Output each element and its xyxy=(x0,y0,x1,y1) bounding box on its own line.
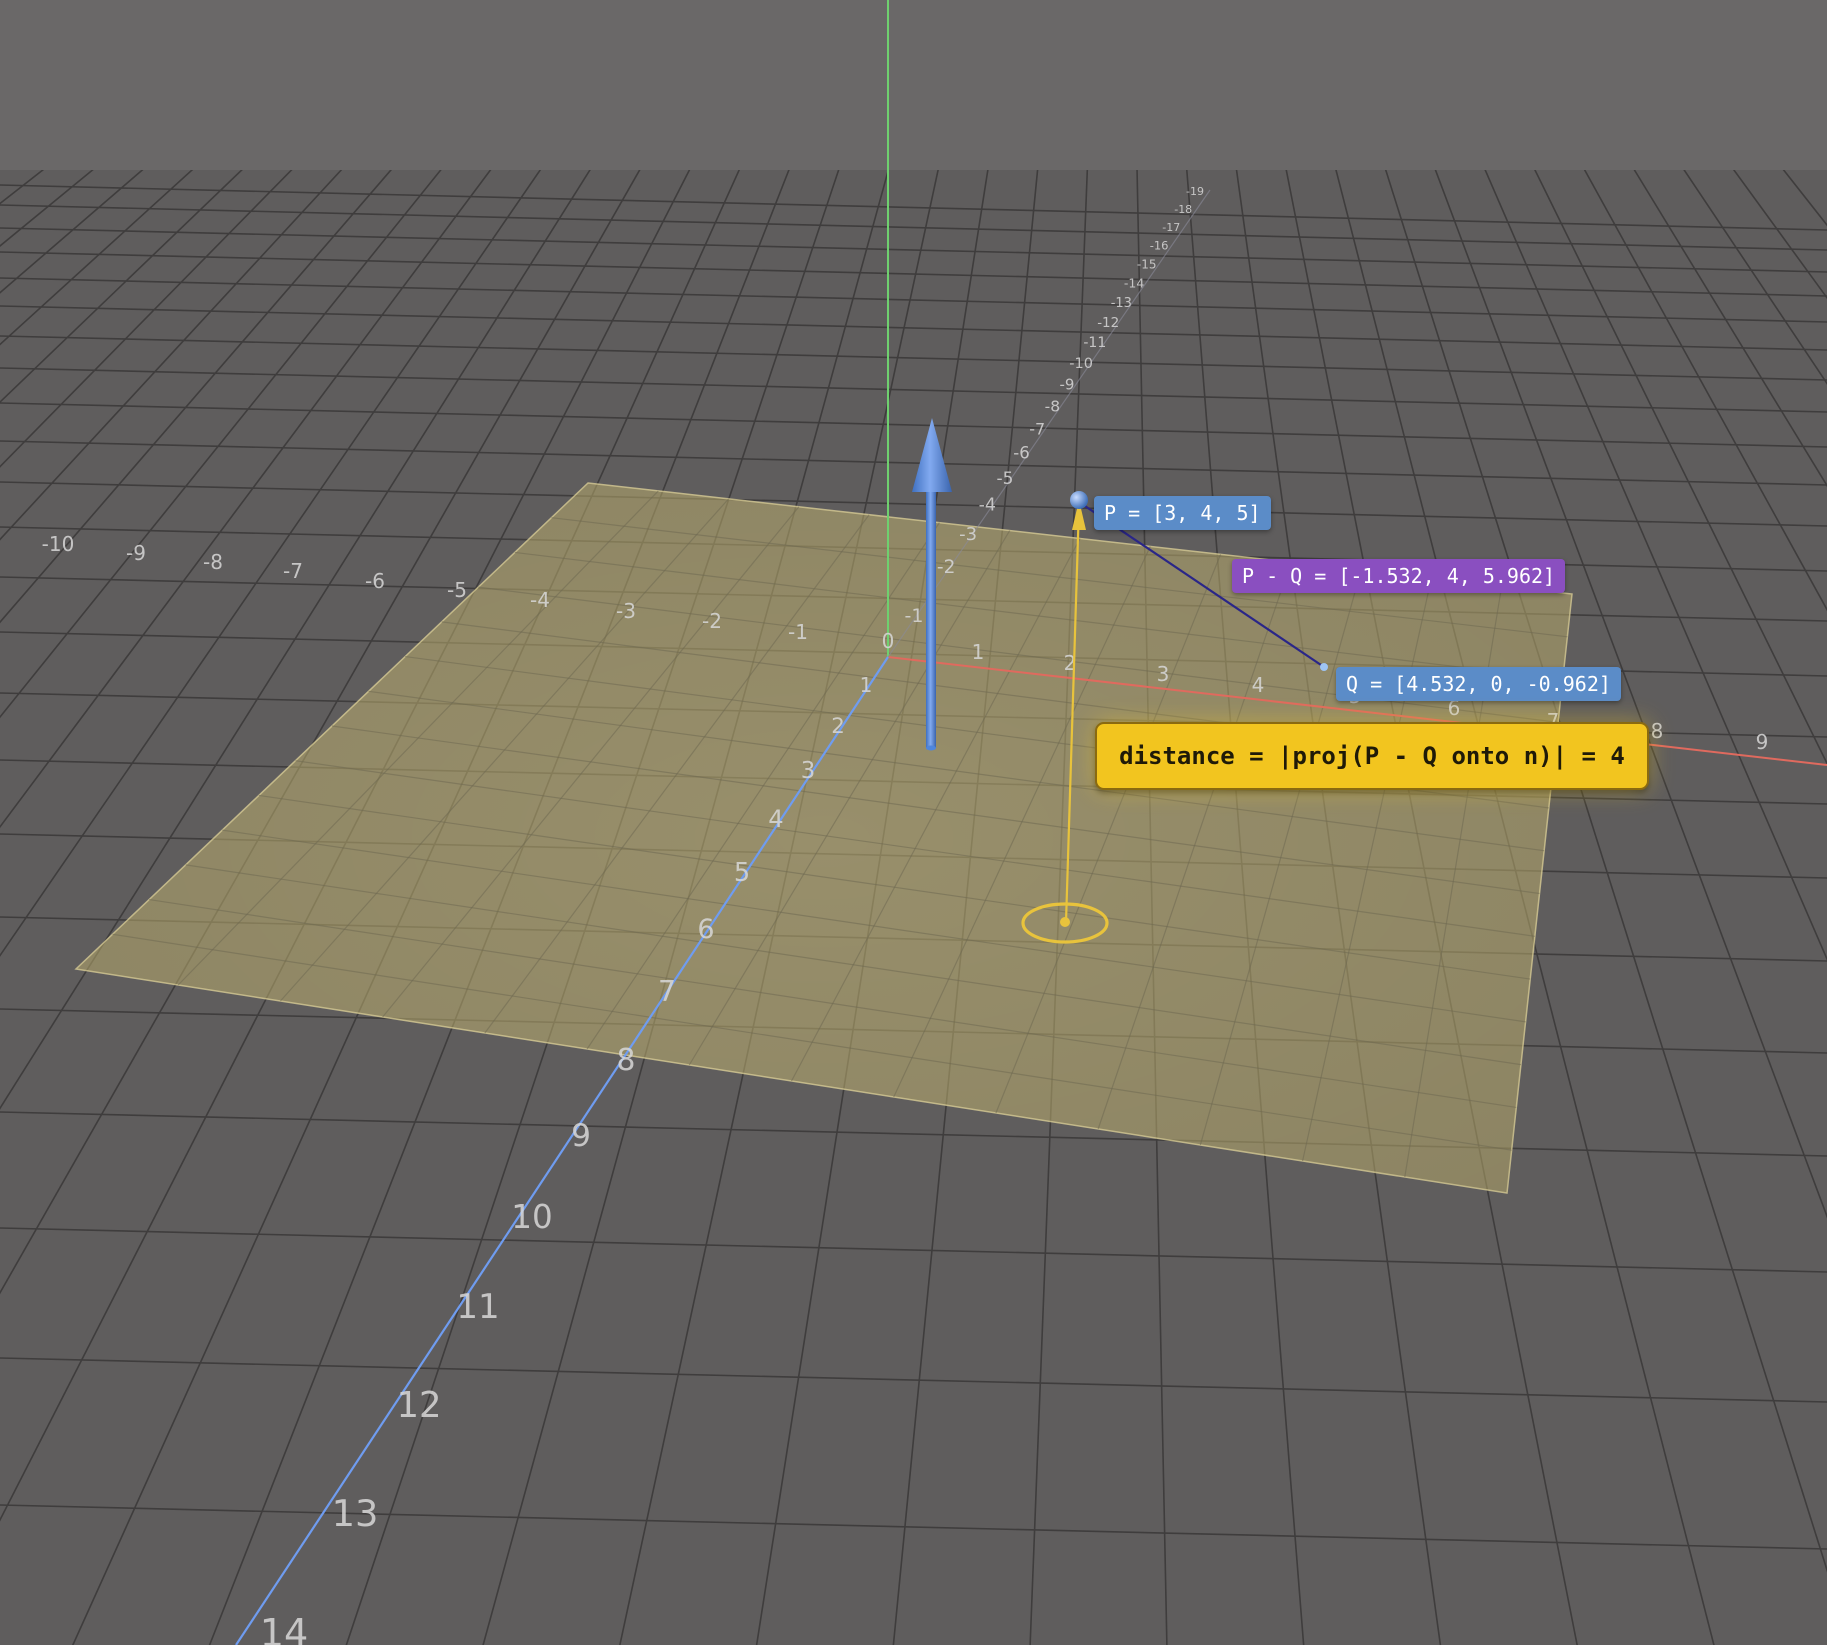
x-tick-label: -5 xyxy=(447,578,467,602)
far-tick-label: -10 xyxy=(1069,356,1093,372)
point-q-label: Q = [4.532, 0, -0.962] xyxy=(1336,667,1621,701)
x-tick-label: -10 xyxy=(42,532,75,556)
z-tick-label: 7 xyxy=(658,975,676,1008)
far-tick-label: -12 xyxy=(1097,315,1119,331)
far-tick-label: -5 xyxy=(996,469,1013,489)
x-tick-label: -6 xyxy=(365,569,385,593)
x-tick-label: -8 xyxy=(203,550,223,574)
far-tick-label: -16 xyxy=(1150,239,1169,253)
x-tick-label: 8 xyxy=(1651,719,1664,743)
scene-canvas[interactable]: -10-9-8-7-6-5-4-3-2-10123456789123456789… xyxy=(0,0,1827,1645)
z-tick-label: 11 xyxy=(456,1287,499,1327)
far-tick-label: -15 xyxy=(1137,257,1157,271)
far-tick-label: -9 xyxy=(1059,376,1074,394)
z-tick-label: 5 xyxy=(734,858,750,888)
z-tick-label: 13 xyxy=(332,1492,379,1535)
far-tick-label: -7 xyxy=(1029,420,1045,439)
z-tick-label: 8 xyxy=(617,1043,636,1078)
distance-result-label: distance = |proj(P - Q onto n)| = 4 xyxy=(1095,722,1649,790)
difference-vector-label: P - Q = [-1.532, 4, 5.962] xyxy=(1232,559,1566,593)
z-tick-label: 2 xyxy=(831,714,845,739)
x-tick-label: -4 xyxy=(530,588,550,612)
far-tick-label: -6 xyxy=(1013,444,1029,463)
x-tick-label: 3 xyxy=(1157,662,1170,686)
point-p-label: P = [3, 4, 5] xyxy=(1094,496,1271,530)
far-tick-label: -19 xyxy=(1186,185,1204,198)
x-tick-label: 9 xyxy=(1756,730,1769,754)
far-tick-label: -3 xyxy=(959,524,977,545)
far-tick-label: -13 xyxy=(1111,296,1132,311)
z-tick-label: 1 xyxy=(860,673,873,697)
normal-vector-shaft xyxy=(926,490,936,748)
far-tick-label: -8 xyxy=(1045,398,1060,416)
x-tick-label: 4 xyxy=(1252,673,1265,697)
x-tick-label: -3 xyxy=(616,599,636,623)
far-tick-label: -14 xyxy=(1124,275,1144,290)
z-tick-label: 3 xyxy=(801,758,816,784)
x-tick-label: -7 xyxy=(283,559,303,583)
far-tick-label: -1 xyxy=(905,605,924,627)
far-tick-label: -4 xyxy=(979,496,996,516)
projection-foot-dot xyxy=(1060,917,1070,927)
far-tick-label: -18 xyxy=(1174,203,1192,216)
z-tick-label: 4 xyxy=(768,805,783,833)
far-tick-label: -17 xyxy=(1162,221,1180,234)
viewport-3d[interactable]: -10-9-8-7-6-5-4-3-2-10123456789123456789… xyxy=(0,0,1827,1645)
normal-vector-base xyxy=(926,745,936,751)
horizon-haze xyxy=(0,0,1827,170)
z-tick-label: 14 xyxy=(260,1612,309,1645)
z-tick-label: 6 xyxy=(697,914,714,945)
z-tick-label: 10 xyxy=(511,1198,552,1236)
dot-marker-icon[interactable] xyxy=(1320,663,1328,671)
z-tick-label: 9 xyxy=(571,1118,591,1154)
x-tick-label: -1 xyxy=(788,620,808,644)
far-tick-label: -2 xyxy=(937,557,955,578)
far-tick-label: -11 xyxy=(1083,335,1106,351)
x-tick-label: 1 xyxy=(972,640,985,664)
x-tick-label: 0 xyxy=(882,629,895,653)
x-tick-label: -2 xyxy=(702,609,722,633)
z-tick-label: 12 xyxy=(396,1385,441,1426)
x-tick-label: -9 xyxy=(126,541,146,565)
sphere-marker-icon[interactable] xyxy=(1070,491,1088,509)
